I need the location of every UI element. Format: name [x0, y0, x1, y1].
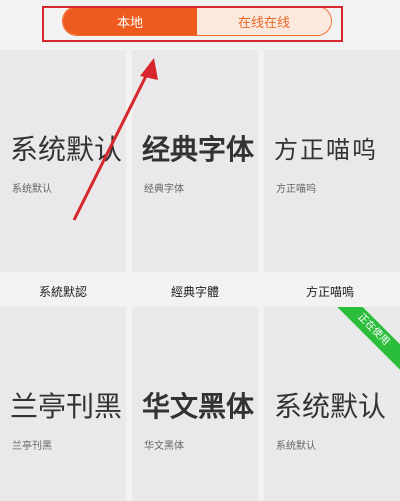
font-subtitle: 华文黑体	[144, 441, 184, 452]
font-card-fangzheng-miaowu[interactable]: 方正喵呜 方正喵呜	[264, 50, 400, 272]
in-use-badge: 正在使用	[327, 307, 400, 376]
font-subtitle: 系统默认	[276, 441, 316, 452]
font-preview-text: 兰亭刊黑	[10, 390, 123, 423]
font-preview-text: 系统默认	[10, 133, 123, 166]
font-card-lanting-kanhei[interactable]: 兰亭刊黑 兰亭刊黑	[0, 307, 126, 501]
font-label-classic: 經典字體	[170, 285, 219, 299]
font-card-classic[interactable]: 经典字体 经典字体	[132, 50, 258, 272]
top-bar: 本地 在线在线	[0, 0, 400, 46]
font-picker-screen: 本地 在线在线 系统默认 系统默认 经典字体 经典字体 方正喵呜 方正喵呜 系統…	[0, 0, 400, 501]
font-subtitle: 方正喵呜	[276, 184, 316, 195]
font-label-system-default: 系統默認	[38, 285, 87, 299]
font-preview-text: 华文黑体	[142, 390, 255, 423]
font-label-fangzheng-miaowu: 方正喵嗚	[305, 285, 354, 299]
annotation-highlight-box	[42, 6, 343, 42]
font-preview-text: 经典字体	[142, 133, 255, 166]
font-card-system-default[interactable]: 系统默认 系统默认	[0, 50, 126, 272]
font-card-system-default-active[interactable]: 正在使用 系统默认 系统默认	[264, 307, 400, 501]
font-subtitle: 兰亭刊黑	[12, 441, 52, 452]
font-subtitle: 经典字体	[144, 184, 184, 195]
font-card-huawen-heiti[interactable]: 华文黑体 华文黑体	[132, 307, 258, 501]
font-subtitle: 系统默认	[12, 184, 52, 195]
font-preview-text: 系统默认	[274, 390, 387, 423]
font-preview-text: 方正喵呜	[274, 136, 378, 164]
